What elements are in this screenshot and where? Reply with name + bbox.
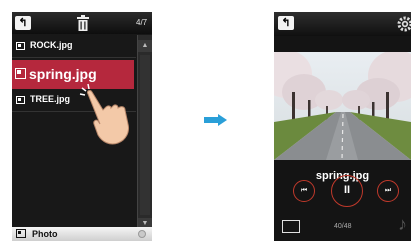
track-counter: 40/48 (334, 223, 352, 230)
category-label: Photo (32, 229, 58, 239)
pause-button[interactable]: II (331, 175, 363, 207)
previous-button[interactable]: ⏮ (293, 180, 315, 202)
file-name: ROCK.jpg (30, 40, 73, 50)
next-button[interactable]: ⏭ (377, 180, 399, 202)
back-button[interactable]: ↰ (278, 16, 294, 30)
music-note-icon[interactable]: ♪ (398, 214, 407, 235)
transition-arrow-head (218, 114, 227, 126)
scroll-thumb[interactable] (140, 55, 150, 215)
list-item[interactable]: ROCK.jpg (12, 36, 136, 56)
divider (12, 57, 136, 58)
page-counter: 4/7 (136, 18, 148, 27)
bottom-bar: Photo (12, 227, 152, 241)
back-button[interactable]: ↰ (15, 16, 31, 30)
photo-viewer-screen: ↰ spring.jpg ⏮ II ⏭ 40/48 ♪ (274, 12, 411, 241)
scroll-up-button[interactable]: ▲ (138, 40, 152, 52)
transition-arrow (204, 117, 218, 123)
status-icon (138, 230, 146, 238)
tapping-hand-icon (76, 80, 132, 146)
top-bar (274, 12, 411, 36)
image-file-icon (15, 68, 26, 79)
file-name: TREE.jpg (30, 94, 70, 104)
trash-icon[interactable] (77, 15, 89, 31)
photo-icon (16, 229, 26, 238)
image-file-icon (16, 42, 25, 50)
image-file-icon (16, 96, 25, 104)
gear-icon[interactable] (396, 15, 411, 33)
photo-image[interactable] (274, 52, 411, 160)
screen-mode-icon[interactable] (282, 220, 300, 233)
scrollbar[interactable]: ▲ ▼ (137, 35, 152, 230)
